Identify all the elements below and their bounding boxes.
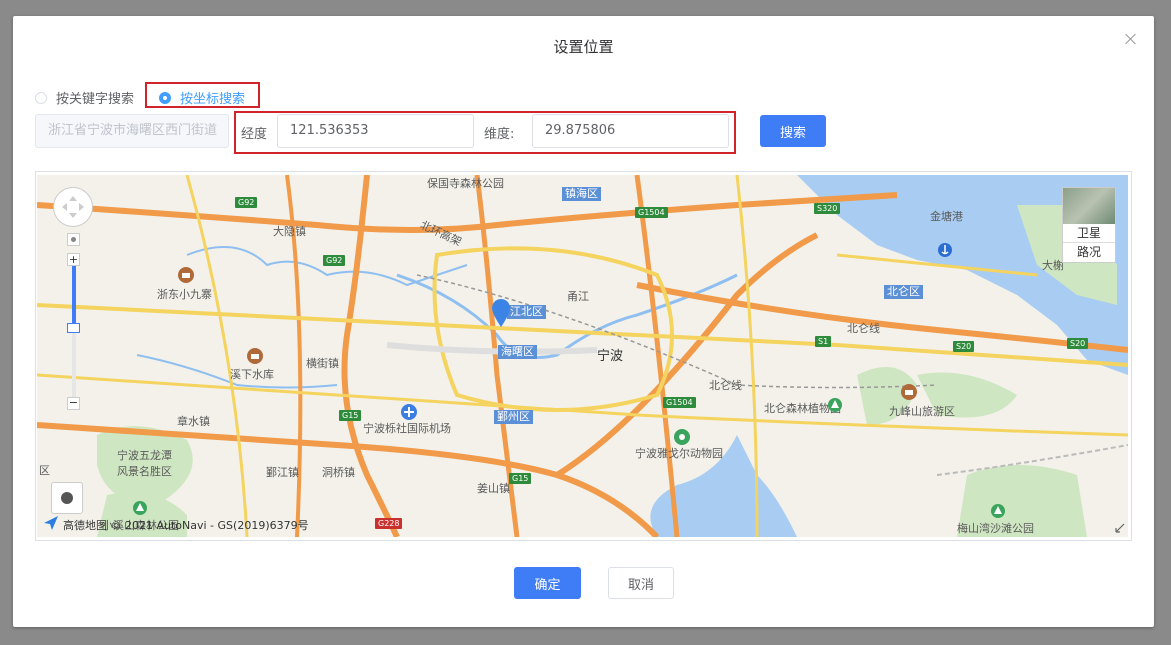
park-icon [133, 501, 147, 515]
map-label: 北仑线 [847, 322, 880, 335]
zoom-in-button[interactable]: + [67, 253, 80, 266]
dialog-title: 设置位置 [553, 38, 614, 56]
map-label: 大榭 [1042, 259, 1064, 272]
traffic-layer-label[interactable]: 路况 [1063, 242, 1115, 261]
zoom-slider-handle[interactable] [67, 323, 80, 333]
resize-corner-icon [1115, 523, 1125, 533]
road-shield: G15 [509, 473, 532, 484]
map-roads [37, 175, 1128, 537]
locate-dot-button[interactable] [67, 233, 80, 246]
radio-circle [159, 91, 171, 104]
latitude-input[interactable]: 29.875806 [532, 114, 729, 148]
satellite-layer-label[interactable]: 卫星 [1063, 224, 1115, 242]
zoom-out-button[interactable]: − [67, 397, 80, 410]
zoo-icon [674, 429, 690, 445]
confirm-button[interactable]: 确定 [514, 567, 581, 599]
map-label: 甬江 [567, 290, 589, 303]
record-icon [61, 492, 73, 504]
map-label: 姜山镇 [477, 482, 510, 495]
road-shield: G228 [375, 518, 403, 529]
pan-control[interactable] [53, 187, 93, 227]
map-label: 浙东小九寨 [157, 288, 212, 301]
map-label: 区 [39, 464, 50, 477]
road-shield: G1504 [635, 207, 668, 218]
map-container: 保国寺森林公园 镇海区 北环高架 大隐镇 浙东小九寨 溪下水库 横街镇 章水镇 … [35, 171, 1132, 541]
map-label: 宁波五龙潭 风景名胜区 [117, 449, 172, 478]
map-label: 金塘港 [930, 210, 963, 223]
map-district-label: 江北区 [507, 305, 546, 319]
latitude-label: 维度: [484, 127, 515, 142]
map-label: 梅山湾沙滩公园 [957, 522, 1034, 535]
map-district-label: 镇海区 [562, 187, 601, 201]
port-icon [938, 243, 952, 257]
road-shield: S320 [814, 203, 841, 214]
amap-logo-icon [44, 516, 58, 530]
road-shield: G15 [339, 410, 362, 421]
radio-keyword-search[interactable]: 按关键字搜索 [35, 88, 134, 107]
road-shield: G1504 [663, 397, 696, 408]
satellite-thumbnail[interactable] [1063, 188, 1115, 224]
layer-switcher: 卫星 路况 [1062, 187, 1116, 263]
map-label: 章水镇 [177, 415, 210, 428]
cancel-button[interactable]: 取消 [608, 567, 674, 599]
geolocate-button[interactable] [51, 482, 83, 514]
map-label: 九峰山旅游区 [889, 405, 955, 418]
radio-keyword-label: 按关键字搜索 [56, 92, 135, 107]
map-district-label: 北仑区 [884, 285, 923, 299]
map-district-label: 海曙区 [498, 345, 537, 359]
close-icon[interactable] [1124, 32, 1138, 46]
map-label: 北仑线 [709, 379, 742, 392]
search-button[interactable]: 搜索 [760, 115, 826, 147]
address-input: 浙江省宁波市海曙区西门街道 [35, 114, 229, 148]
map-label: 横街镇 [306, 357, 339, 370]
map-canvas[interactable]: 保国寺森林公园 镇海区 北环高架 大隐镇 浙东小九寨 溪下水库 横街镇 章水镇 … [37, 175, 1128, 537]
scenic-poi-icon [901, 384, 917, 400]
map-label: 鄞江镇 [266, 466, 299, 479]
map-district-label: 鄞州区 [494, 410, 533, 424]
road-shield: S20 [1067, 338, 1089, 349]
park-icon [991, 504, 1005, 518]
scenic-poi-icon [247, 348, 263, 364]
zoom-slider-track [72, 333, 76, 397]
longitude-input[interactable]: 121.536353 [277, 114, 474, 148]
location-pin-icon[interactable] [492, 299, 510, 327]
airport-icon [401, 404, 417, 420]
pan-arrows-icon [62, 196, 84, 218]
road-shield: S20 [953, 341, 975, 352]
set-location-dialog: 设置位置 按关键字搜索 按坐标搜索 浙江省宁波市海曙区西门街道 经度 121.5… [13, 16, 1154, 627]
map-label: 宁波雅戈尔动物园 [635, 447, 723, 460]
scenic-poi-icon [178, 267, 194, 283]
map-label: 大隐镇 [273, 225, 306, 238]
radio-coord-search[interactable]: 按坐标搜索 [159, 88, 245, 107]
longitude-label: 经度 [241, 127, 268, 142]
dot-icon [71, 237, 76, 242]
road-shield: S1 [815, 336, 832, 347]
map-copyright: 高德地图 © 2021 AutoNavi - GS(2019)6379号 [63, 519, 309, 532]
zoom-slider-track-active [72, 266, 76, 327]
map-label: 宁波 [597, 349, 624, 364]
radio-coord-label: 按坐标搜索 [180, 92, 246, 107]
road-shield: G92 [235, 197, 258, 208]
map-label: 洞桥镇 [322, 466, 355, 479]
map-label: 保国寺森林公园 [427, 177, 504, 190]
map-label: 宁波栎社国际机场 [363, 422, 451, 435]
road-shield: G92 [323, 255, 346, 266]
park-icon [828, 398, 842, 412]
map-label: 溪下水库 [230, 368, 274, 381]
radio-circle [35, 91, 47, 104]
